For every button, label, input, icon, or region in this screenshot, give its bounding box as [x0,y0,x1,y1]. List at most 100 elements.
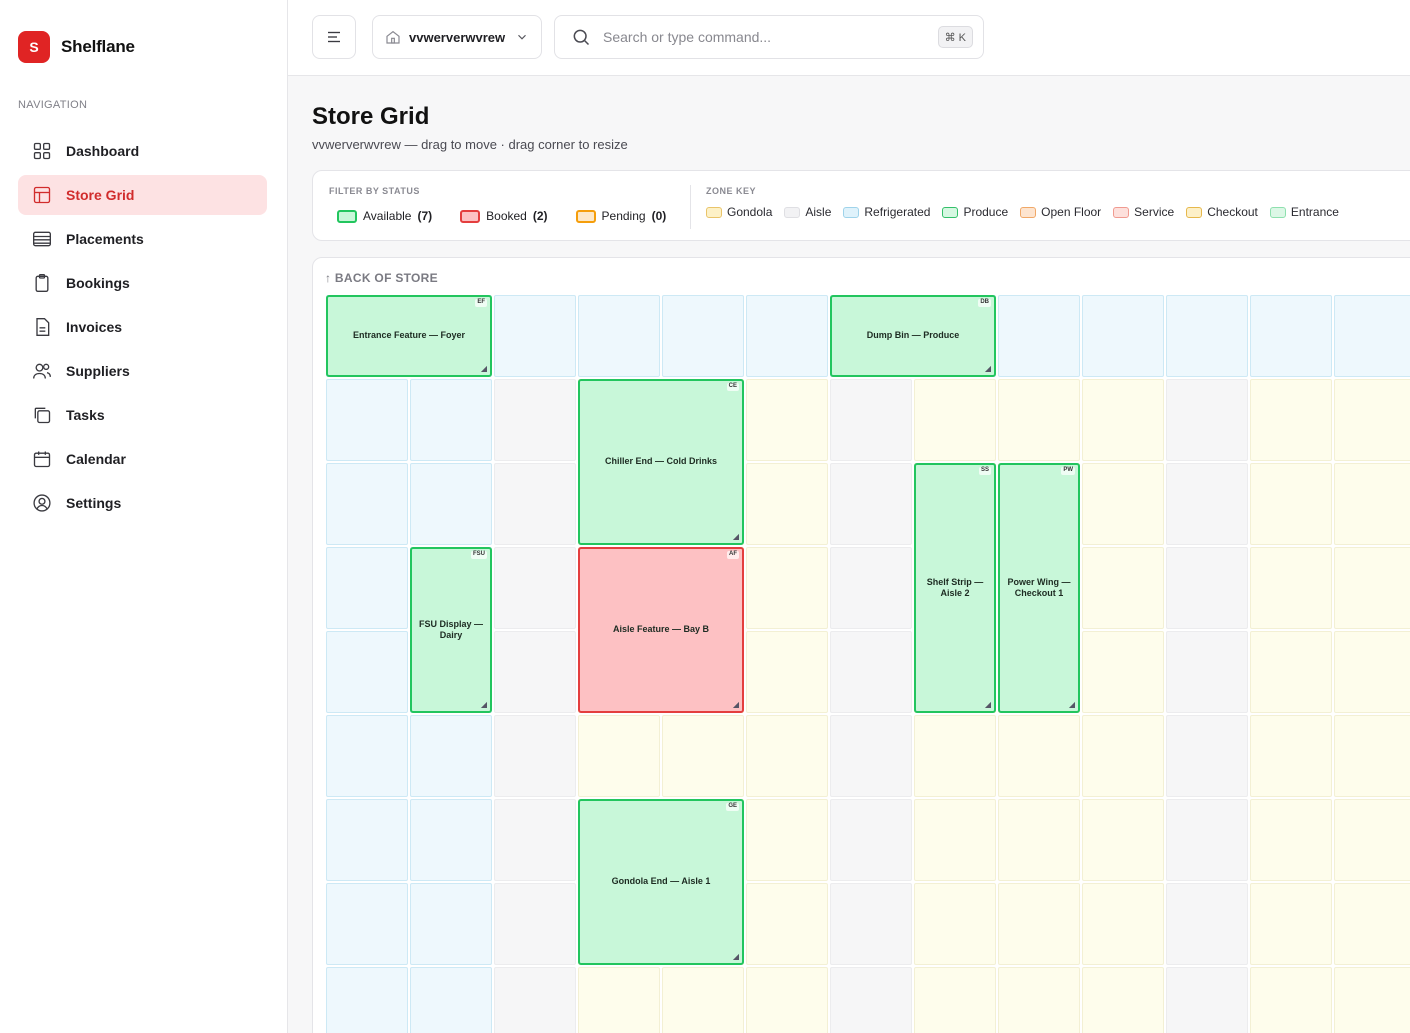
grid-cell[interactable] [1166,967,1248,1033]
grid-cell[interactable] [662,295,744,377]
grid-cell[interactable] [998,715,1080,797]
grid-cell[interactable] [998,883,1080,965]
grid-cell[interactable] [830,883,912,965]
grid-cell[interactable] [830,631,912,713]
grid-cell[interactable] [578,295,660,377]
grid-cell[interactable] [830,967,912,1033]
grid-cell[interactable] [1334,379,1410,461]
grid-cell[interactable] [1334,799,1410,881]
placement-block[interactable]: GE Gondola End — Aisle 1 ◢ [578,799,744,965]
sidebar-item-store-grid[interactable]: Store Grid [18,175,267,215]
sidebar-item-bookings[interactable]: Bookings [18,263,267,303]
grid-cell[interactable] [746,631,828,713]
grid-cell[interactable] [410,463,492,545]
grid-cell[interactable] [1334,967,1410,1033]
grid-cell[interactable] [494,967,576,1033]
grid-cell[interactable] [1250,463,1332,545]
grid-cell[interactable] [830,715,912,797]
grid-cell[interactable] [746,547,828,629]
grid-cell[interactable] [326,379,408,461]
grid-cell[interactable] [746,463,828,545]
grid-cell[interactable] [1250,883,1332,965]
status-filter-booked[interactable]: Booked (2) [460,209,548,223]
grid-cell[interactable] [998,967,1080,1033]
grid-cell[interactable] [1082,883,1164,965]
grid-cell[interactable] [410,379,492,461]
store-selector[interactable]: vvwerverwvrew [372,15,542,59]
grid-cell[interactable] [326,463,408,545]
grid-cell[interactable] [578,715,660,797]
grid-cell[interactable] [914,379,996,461]
sidebar-item-tasks[interactable]: Tasks [18,395,267,435]
grid-cell[interactable] [830,547,912,629]
grid-cell[interactable] [1250,799,1332,881]
grid-cell[interactable] [326,631,408,713]
grid-cell[interactable] [494,883,576,965]
grid-cell[interactable] [1166,631,1248,713]
grid-cell[interactable] [1082,295,1164,377]
grid-cell[interactable] [746,295,828,377]
grid-cell[interactable] [1082,379,1164,461]
grid-cell[interactable] [326,883,408,965]
grid-cell[interactable] [410,967,492,1033]
grid-cell[interactable] [1166,379,1248,461]
grid-cell[interactable] [746,967,828,1033]
grid-cell[interactable] [410,883,492,965]
grid-cell[interactable] [1166,799,1248,881]
grid-cell[interactable] [914,967,996,1033]
grid-cell[interactable] [494,631,576,713]
placement-block[interactable]: AF Aisle Feature — Bay B ◢ [578,547,744,713]
placement-block[interactable]: CE Chiller End — Cold Drinks ◢ [578,379,744,545]
grid-cell[interactable] [914,715,996,797]
resize-handle-icon[interactable]: ◢ [733,701,739,709]
placement-block[interactable]: FSU FSU Display — Dairy ◢ [410,547,492,713]
grid-cell[interactable] [1166,883,1248,965]
grid-cell[interactable] [410,799,492,881]
grid-cell[interactable] [914,799,996,881]
grid-cell[interactable] [662,967,744,1033]
placement-block[interactable]: PW Power Wing — Checkout 1 ◢ [998,463,1080,713]
grid-cell[interactable] [326,715,408,797]
grid-cell[interactable] [914,883,996,965]
grid-cell[interactable] [494,547,576,629]
grid-cell[interactable] [494,463,576,545]
placement-block[interactable]: SS Shelf Strip — Aisle 2 ◢ [914,463,996,713]
grid-cell[interactable] [1334,715,1410,797]
grid-cell[interactable] [494,295,576,377]
grid-cell[interactable] [494,799,576,881]
grid-cell[interactable] [494,715,576,797]
grid-cell[interactable] [1334,631,1410,713]
grid-cell[interactable] [746,883,828,965]
status-filter-pending[interactable]: Pending (0) [575,209,666,223]
grid-cell[interactable] [1334,463,1410,545]
grid-cell[interactable] [1166,547,1248,629]
grid-cell[interactable] [1082,799,1164,881]
grid-cell[interactable] [998,799,1080,881]
resize-handle-icon[interactable]: ◢ [481,365,487,373]
grid-cell[interactable] [326,799,408,881]
grid-cell[interactable] [1166,715,1248,797]
menu-toggle-button[interactable] [312,15,356,59]
grid-cell[interactable] [830,463,912,545]
resize-handle-icon[interactable]: ◢ [1069,701,1075,709]
sidebar-item-invoices[interactable]: Invoices [18,307,267,347]
sidebar-item-settings[interactable]: Settings [18,483,267,523]
grid-cell[interactable] [662,715,744,797]
grid-cell[interactable] [326,967,408,1033]
grid-cell[interactable] [830,799,912,881]
search-box[interactable]: ⌘ K [554,15,984,59]
grid-cell[interactable] [1250,967,1332,1033]
grid-cell[interactable] [746,379,828,461]
grid-cell[interactable] [1166,463,1248,545]
resize-handle-icon[interactable]: ◢ [733,533,739,541]
grid-cell[interactable] [746,715,828,797]
search-input[interactable] [603,29,926,45]
grid-cell[interactable] [1250,379,1332,461]
placement-block[interactable]: DB Dump Bin — Produce ◢ [830,295,996,377]
grid-cell[interactable] [578,967,660,1033]
grid-cell[interactable] [1082,547,1164,629]
grid-cell[interactable] [1334,295,1410,377]
sidebar-item-suppliers[interactable]: Suppliers [18,351,267,391]
sidebar-item-placements[interactable]: Placements [18,219,267,259]
grid-cell[interactable] [1082,715,1164,797]
